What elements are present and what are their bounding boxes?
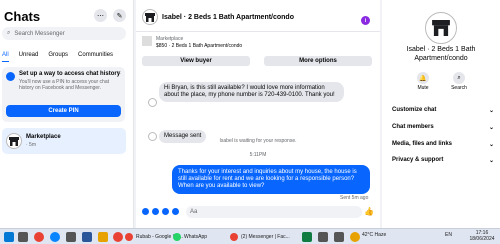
sticker-icon[interactable] (162, 208, 169, 215)
clock-date: 18/06/2024 (469, 236, 495, 242)
row-label: Media, files and links (392, 141, 453, 147)
folder-icon[interactable] (98, 232, 108, 242)
windows-taskbar: Rubab - Google Sh... WhatsApp (2) Messen… (0, 228, 500, 244)
search-icon: ⌕ (7, 30, 11, 36)
marketplace-listing-card: Marketplace $850 · 2 Beds 1 Bath Apartme… (142, 36, 374, 68)
message-placeholder: Aa (190, 209, 198, 215)
row-label: Chat members (392, 124, 434, 130)
profile-name: Isabel · 2 Beds 1 Bath Apartment/condo (406, 46, 476, 62)
taskbar-app-label: (2) Messenger | Fac... (241, 234, 290, 240)
clock[interactable]: 17:16 18/06/2024 (466, 230, 498, 242)
mute-button[interactable]: 🔔 Mute (415, 72, 431, 91)
search-label: Search (451, 85, 467, 91)
bell-icon: 🔔 (417, 72, 429, 84)
message-input[interactable]: Aa (186, 206, 362, 218)
incoming-message: Hi Bryan, is this still available? I wou… (159, 82, 344, 102)
search-icon: ⌕ (453, 72, 465, 84)
search-placeholder: Search Messenger (14, 30, 65, 37)
thumbs-up-icon[interactable]: 👍 (364, 207, 374, 216)
outgoing-message: Thanks for your interest and inquiries a… (172, 165, 370, 194)
app-icon[interactable] (318, 232, 328, 242)
taskbar-app-label: WhatsApp (184, 234, 208, 240)
gif-icon[interactable] (172, 208, 179, 215)
pin-notice-card: × Set up a way to access chat history Yo… (2, 67, 125, 122)
taskbar-app-whatsapp[interactable]: WhatsApp (173, 232, 207, 242)
waiting-note: Isabel is waiting for your response. (219, 138, 297, 144)
chevron-down-icon: ⌄ (488, 125, 494, 131)
mute-label: Mute (417, 85, 429, 91)
message-timestamp: 5:11PM (249, 152, 267, 158)
chats-title: Chats (4, 9, 41, 24)
conversation-header: Isabel · 2 Beds 1 Bath Apartment/condo i (136, 0, 380, 32)
chat-tabs: All Unread Groups Communities (2, 52, 113, 62)
info-icon[interactable]: i (361, 16, 370, 25)
whatsapp-icon (173, 233, 181, 241)
search-button[interactable]: ⌕ Search (451, 72, 467, 91)
tab-all[interactable]: All (2, 52, 9, 62)
chrome-icon (125, 233, 133, 241)
excel-icon[interactable] (302, 232, 312, 242)
listing-price[interactable]: $850 · 2 Beds 1 Bath Apartment/condo (156, 43, 242, 49)
marketplace-icon (6, 133, 22, 149)
app-icon[interactable] (66, 232, 76, 242)
more-options-button[interactable]: More options (264, 56, 372, 66)
more-options-icon[interactable]: ⋯ (94, 9, 107, 22)
chat-item-time: · 5m (26, 142, 36, 148)
chrome-icon[interactable] (113, 232, 123, 242)
new-message-icon[interactable]: ✎ (113, 9, 126, 22)
notice-body: You'll now use a PIN to access your chat… (19, 79, 109, 91)
create-pin-button[interactable]: Create PIN (6, 105, 121, 117)
row-label: Privacy & support (392, 157, 444, 163)
chat-list-panel: Chats ⋯ ✎ ⌕ Search Messenger All Unread … (0, 0, 134, 228)
avatar[interactable] (425, 12, 457, 44)
close-icon[interactable]: × (117, 70, 121, 77)
chat-members-row[interactable]: Chat members ⌄ (392, 124, 494, 131)
conversation-panel: Isabel · 2 Beds 1 Bath Apartment/condo i… (136, 0, 380, 228)
sent-status: Sent 5m ago (340, 195, 369, 201)
plus-icon[interactable] (142, 208, 149, 215)
listing-label: Marketplace (156, 36, 184, 42)
chrome-icon (230, 233, 238, 241)
customize-chat-row[interactable]: Customize chat ⌄ (392, 107, 494, 114)
chrome-icon[interactable] (34, 232, 44, 242)
tab-unread[interactable]: Unread (19, 52, 39, 62)
chevron-down-icon: ⌄ (488, 142, 494, 148)
tab-communities[interactable]: Communities (78, 52, 113, 62)
search-input[interactable]: ⌕ Search Messenger (2, 27, 126, 40)
chat-info-panel: Isabel · 2 Beds 1 Bath Apartment/condo 🔔… (382, 0, 500, 228)
tab-groups[interactable]: Groups (48, 52, 68, 62)
media-files-row[interactable]: Media, files and links ⌄ (392, 141, 494, 148)
chat-item-marketplace[interactable]: Marketplace · 5m (2, 128, 126, 154)
app-icon[interactable] (334, 232, 344, 242)
chevron-down-icon: ⌄ (488, 158, 494, 164)
row-label: Customize chat (392, 107, 437, 113)
weather-text[interactable]: 42°C Haze (362, 232, 386, 238)
message-composer: Aa 👍 (136, 202, 380, 222)
windows-start-icon[interactable] (4, 232, 14, 242)
avatar (148, 98, 157, 107)
edge-icon[interactable] (50, 232, 60, 242)
search-icon[interactable] (18, 232, 28, 242)
taskbar-app-messenger[interactable]: (2) Messenger | Fac... (230, 232, 290, 242)
conversation-title[interactable]: Isabel · 2 Beds 1 Bath Apartment/condo (162, 14, 294, 21)
weather-icon[interactable] (350, 232, 360, 242)
lock-icon (6, 72, 15, 81)
privacy-support-row[interactable]: Privacy & support ⌄ (392, 157, 494, 164)
language-indicator[interactable]: EN (445, 232, 452, 238)
image-icon[interactable] (152, 208, 159, 215)
listing-thumbnail[interactable] (142, 36, 152, 46)
view-buyer-button[interactable]: View buyer (142, 56, 250, 66)
avatar[interactable] (142, 9, 158, 25)
word-icon[interactable] (82, 232, 92, 242)
chat-item-name: Marketplace (26, 134, 61, 140)
chevron-down-icon: ⌄ (488, 108, 494, 114)
notice-title: Set up a way to access chat history (19, 71, 121, 77)
